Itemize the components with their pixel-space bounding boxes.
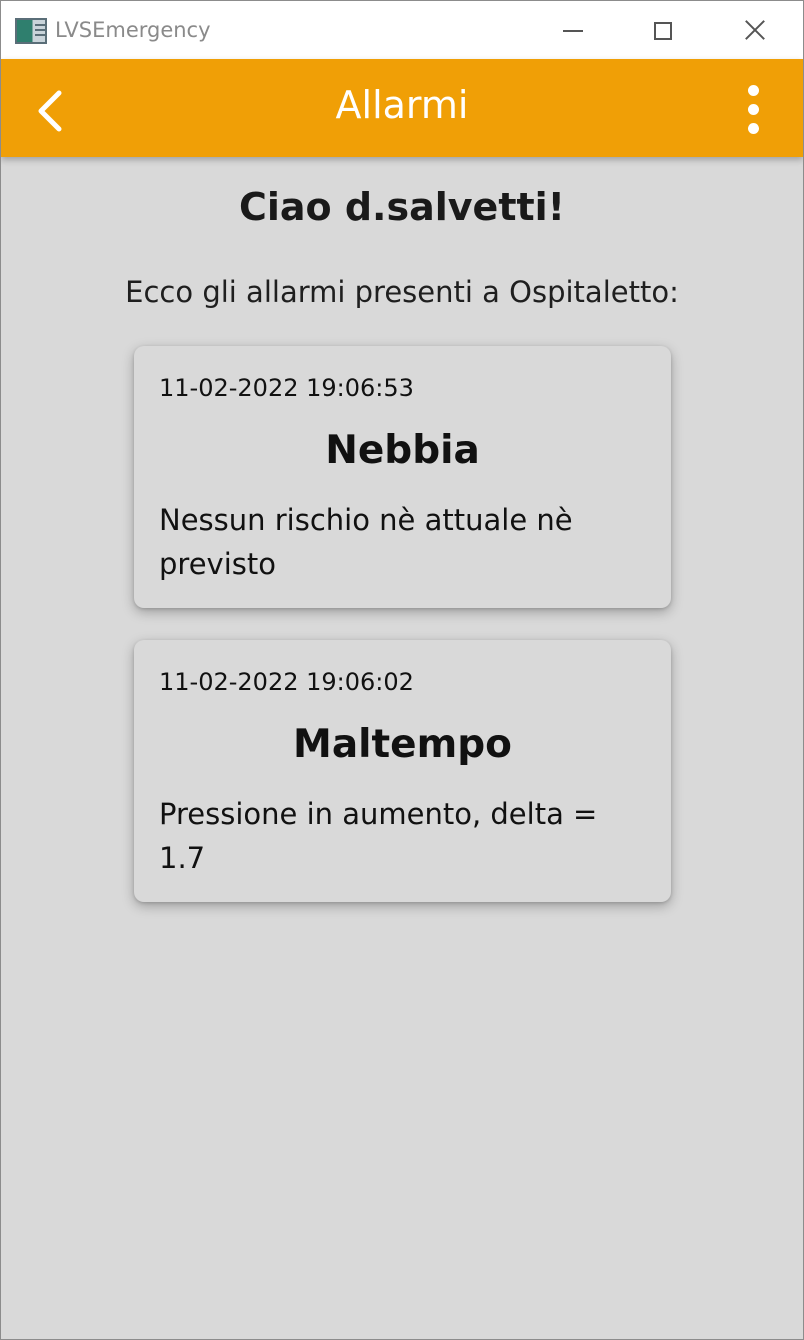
alarm-description: Nessun rischio nè attuale nè previsto bbox=[159, 503, 573, 581]
page-title: Allarmi bbox=[335, 83, 469, 127]
alarm-card[interactable]: 11-02-2022 19:06:53 Nebbia Nessun rischi… bbox=[134, 346, 671, 608]
greeting-heading: Ciao d.salvetti! bbox=[238, 185, 566, 229]
close-button[interactable] bbox=[709, 1, 801, 59]
window-titlebar[interactable]: LVSEmergency bbox=[1, 1, 803, 59]
maximize-button[interactable] bbox=[617, 1, 709, 59]
window-title: LVSEmergency bbox=[55, 18, 211, 42]
alarm-description: Pressione in aumento, delta = 1.7 bbox=[159, 797, 598, 875]
minimize-icon bbox=[563, 30, 583, 32]
alarm-title: Maltempo bbox=[293, 722, 512, 767]
app-bar: Allarmi bbox=[1, 59, 803, 157]
app-window: LVSEmergency Allarmi Ciao d.salvetti! Ec… bbox=[0, 0, 804, 1340]
alarm-timestamp: 11-02-2022 19:06:53 bbox=[159, 374, 414, 402]
intro-text: Ecco gli allarmi presenti a Ospitaletto: bbox=[125, 275, 679, 309]
maximize-icon bbox=[654, 22, 672, 40]
app-icon bbox=[15, 18, 47, 44]
close-icon bbox=[745, 20, 765, 40]
alarm-card[interactable]: 11-02-2022 19:06:02 Maltempo Pressione i… bbox=[134, 640, 671, 902]
alarm-title: Nebbia bbox=[325, 428, 480, 473]
minimize-button[interactable] bbox=[525, 1, 617, 59]
more-options-button[interactable] bbox=[729, 79, 779, 139]
alarm-timestamp: 11-02-2022 19:06:02 bbox=[159, 668, 414, 696]
